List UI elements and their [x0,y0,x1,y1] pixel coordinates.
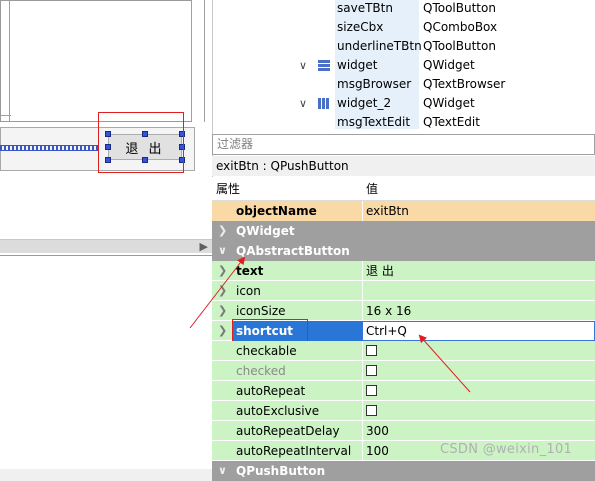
annotation-arrow [189,256,246,329]
annotation-arrow [418,334,471,393]
annotation-overlay [189,256,471,393]
